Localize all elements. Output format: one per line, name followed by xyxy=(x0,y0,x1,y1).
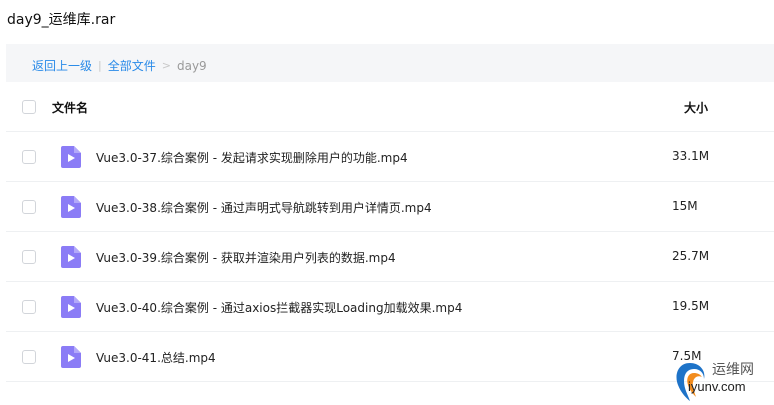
breadcrumb: 返回上一级 | 全部文件 > day9 xyxy=(32,57,207,74)
file-name[interactable]: Vue3.0-41.总结.mp4 xyxy=(96,349,216,366)
file-name[interactable]: Vue3.0-40.综合案例 - 通过axios拦截器实现Loading加载效果… xyxy=(96,299,462,316)
file-size: 25.7M xyxy=(672,249,710,263)
breadcrumb-current: day9 xyxy=(176,58,207,73)
table-row[interactable]: Vue3.0-40.综合案例 - 通过axios拦截器实现Loading加载效果… xyxy=(6,282,774,332)
archive-title: day9_运维库.rar xyxy=(7,12,116,28)
table-header: 文件名 大小 xyxy=(6,82,774,132)
row-checkbox[interactable] xyxy=(22,300,36,314)
file-name[interactable]: Vue3.0-38.综合案例 - 通过声明式导航跳转到用户详情页.mp4 xyxy=(96,199,432,216)
table-row[interactable]: Vue3.0-41.总结.mp4 7.5M xyxy=(6,332,774,382)
video-file-icon xyxy=(61,296,81,318)
table-row[interactable]: Vue3.0-39.综合案例 - 获取并渲染用户列表的数据.mp4 25.7M xyxy=(6,232,774,282)
file-size: 15M xyxy=(672,199,698,213)
breadcrumb-bar: 返回上一级 | 全部文件 > day9 xyxy=(6,44,774,82)
all-files-link[interactable]: 全部文件 xyxy=(108,57,156,74)
video-file-icon xyxy=(61,246,81,268)
table-row[interactable]: Vue3.0-38.综合案例 - 通过声明式导航跳转到用户详情页.mp4 15M xyxy=(6,182,774,232)
watermark-name: 运维网 xyxy=(712,362,754,378)
video-file-icon xyxy=(61,196,81,218)
column-header-name[interactable]: 文件名 xyxy=(52,99,88,116)
title-bar: day9_运维库.rar xyxy=(0,0,774,42)
file-size: 19.5M xyxy=(672,299,710,313)
watermark-url: iyunv.com xyxy=(688,379,746,394)
column-header-size[interactable]: 大小 xyxy=(684,99,708,116)
row-checkbox[interactable] xyxy=(22,350,36,364)
row-checkbox[interactable] xyxy=(22,250,36,264)
watermark: 运维网 iyunv.com xyxy=(668,355,774,405)
file-size: 33.1M xyxy=(672,149,710,163)
file-name[interactable]: Vue3.0-37.综合案例 - 发起请求实现删除用户的功能.mp4 xyxy=(96,149,408,166)
file-name[interactable]: Vue3.0-39.综合案例 - 获取并渲染用户列表的数据.mp4 xyxy=(96,249,396,266)
select-all-checkbox[interactable] xyxy=(22,100,36,114)
back-link[interactable]: 返回上一级 xyxy=(32,57,92,74)
video-file-icon xyxy=(61,146,81,168)
breadcrumb-arrow-icon: > xyxy=(161,59,171,72)
file-table: 文件名 大小 Vue3.0-37.综合案例 - 发起请求实现删除用户的功能.mp… xyxy=(6,82,774,382)
breadcrumb-separator: | xyxy=(98,59,102,72)
video-file-icon xyxy=(61,346,81,368)
row-checkbox[interactable] xyxy=(22,200,36,214)
row-checkbox[interactable] xyxy=(22,150,36,164)
table-row[interactable]: Vue3.0-37.综合案例 - 发起请求实现删除用户的功能.mp4 33.1M xyxy=(6,132,774,182)
